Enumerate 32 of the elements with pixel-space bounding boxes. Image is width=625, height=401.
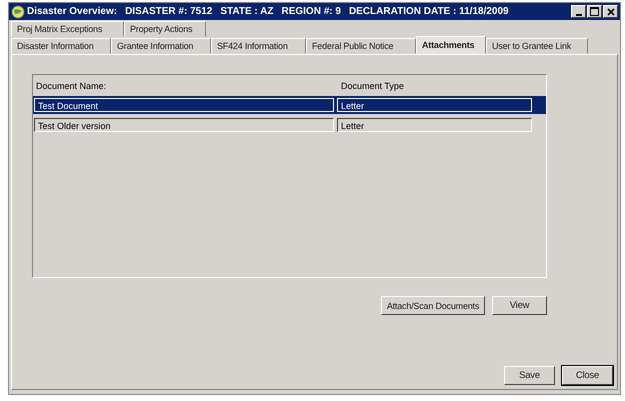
maximize-button[interactable] [587, 5, 602, 18]
maximize-icon [590, 7, 599, 16]
title-detail: REGION #: 9 [281, 6, 341, 17]
tab[interactable]: Disaster Information [11, 38, 111, 54]
title-detail: DECLARATION DATE : 11/18/2009 [348, 6, 509, 17]
window-title: Disaster Overview: [27, 6, 118, 17]
action-button[interactable]: Attach/Scan Documents [381, 296, 485, 315]
tab[interactable]: User to Grantee Link [486, 38, 588, 54]
close-icon [606, 8, 614, 16]
tab[interactable]: Property Actions [124, 21, 206, 37]
table-cell: Letter [337, 118, 532, 132]
table-row[interactable]: Test Document Letter [33, 96, 546, 114]
table-cell: Test Older version [34, 118, 334, 132]
table-cell: Test Document [34, 98, 334, 112]
tab[interactable]: Federal Public Notice [306, 38, 416, 54]
dialog-button[interactable]: Save [504, 366, 555, 385]
minimize-icon [576, 14, 582, 16]
minimize-button[interactable] [571, 5, 586, 18]
tab[interactable]: Proj Matrix Exceptions [11, 21, 124, 37]
action-button[interactable]: View [492, 296, 547, 315]
column-header: Document Name: [35, 81, 108, 91]
title-detail: STATE : AZ [220, 6, 274, 17]
column-header: Document Type [340, 81, 405, 91]
title-detail: DISASTER #: 7512 [125, 6, 212, 17]
globe-icon [11, 4, 25, 18]
table-row[interactable]: Test Older version Letter [33, 116, 546, 134]
tab[interactable]: Grantee Information [111, 38, 211, 54]
tab[interactable]: SF424 Information [211, 38, 306, 54]
table-cell: Letter [337, 98, 532, 112]
tab[interactable]: Attachments [416, 36, 486, 54]
close-button[interactable] [603, 5, 618, 18]
dialog-button[interactable]: Close [562, 366, 613, 385]
